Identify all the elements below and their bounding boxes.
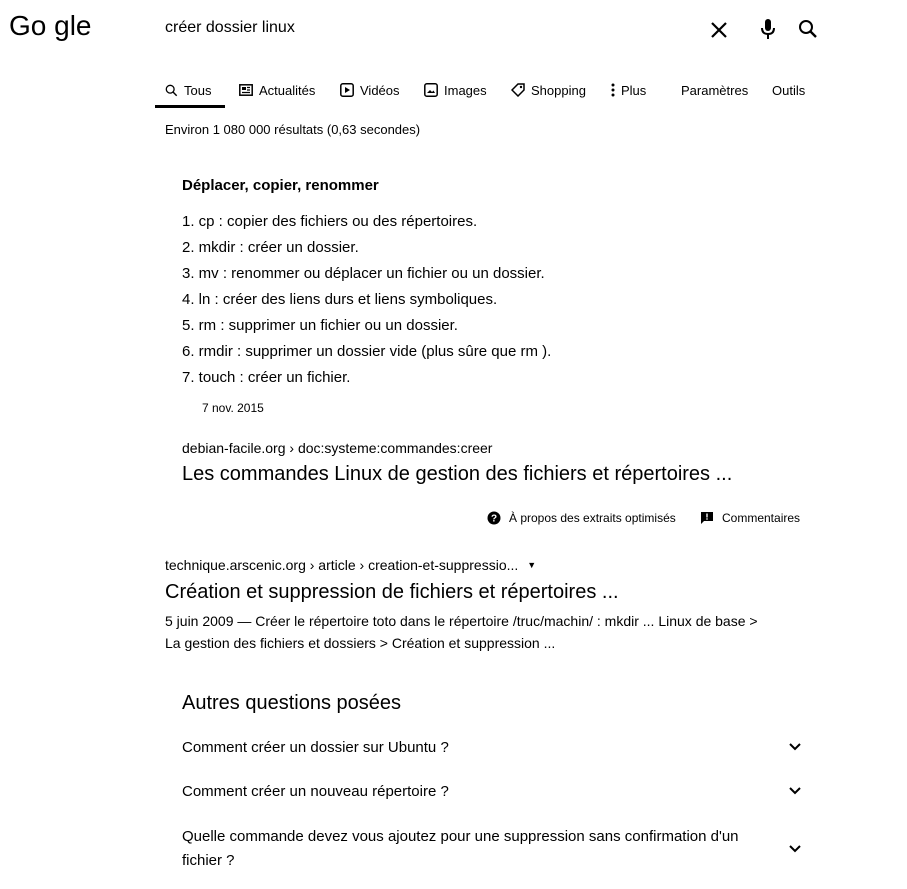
tab-images[interactable]: Images bbox=[424, 72, 487, 108]
caret-down-icon[interactable]: ▼ bbox=[527, 560, 536, 570]
list-item: 1. cp : copier des fichiers ou des réper… bbox=[182, 213, 478, 230]
paa-question[interactable]: Quelle commande devez vous ajoutez pour … bbox=[182, 825, 802, 873]
more-vert-icon bbox=[611, 83, 615, 97]
feedback-icon bbox=[701, 512, 713, 524]
list-item: 7. touch : créer un fichier. bbox=[182, 369, 351, 386]
snippet-date: 7 nov. 2015 bbox=[202, 401, 264, 415]
paa-question[interactable]: Comment créer un nouveau répertoire ? bbox=[182, 780, 802, 804]
people-also-ask-heading: Autres questions posées bbox=[182, 692, 402, 714]
tag-icon bbox=[511, 83, 525, 97]
svg-text:?: ? bbox=[491, 514, 497, 525]
search-icon[interactable] bbox=[796, 17, 820, 41]
mic-icon[interactable] bbox=[757, 16, 779, 42]
result-url[interactable]: debian-facile.org › doc:systeme:commande… bbox=[182, 440, 492, 456]
paa-question[interactable]: Comment créer un dossier sur Ubuntu ? bbox=[182, 736, 802, 760]
tab-label: Vidéos bbox=[360, 82, 400, 98]
tab-label: Paramètres bbox=[681, 82, 749, 98]
result-description: 5 juin 2009 — Créer le répertoire toto d… bbox=[165, 613, 758, 651]
tab-outils[interactable]: Outils bbox=[772, 72, 805, 108]
featured-snippet-list: 1. cp : copier des fichiers ou des réper… bbox=[182, 212, 551, 394]
tab-label: Plus bbox=[621, 82, 647, 98]
list-item: 5. rm : supprimer un fichier ou un dossi… bbox=[182, 317, 458, 334]
image-icon bbox=[424, 83, 438, 97]
search-input[interactable]: créer dossier linux bbox=[165, 19, 295, 37]
tab-label: Shopping bbox=[531, 82, 586, 98]
tab-tous[interactable]: Tous bbox=[165, 72, 211, 108]
search-icon bbox=[165, 84, 178, 96]
tab-label: Tous bbox=[184, 82, 212, 98]
list-item: 4. ln : créer des liens durs et liens sy… bbox=[182, 291, 498, 308]
close-icon[interactable] bbox=[706, 17, 732, 43]
tab-shopping[interactable]: Shopping bbox=[511, 72, 586, 108]
result-title-link[interactable]: Création et suppression de fichiers et r… bbox=[165, 581, 619, 604]
result-title-link[interactable]: Les commandes Linux de gestion des fichi… bbox=[182, 463, 732, 486]
list-item: 2. mkdir : créer un dossier. bbox=[182, 239, 359, 256]
tab-parametres[interactable]: Paramètres bbox=[681, 72, 748, 108]
paa-question-text: Comment créer un dossier sur Ubuntu ? bbox=[182, 739, 449, 756]
google-logo[interactable]: Go gle bbox=[9, 10, 92, 42]
list-item: 6. rmdir : supprimer un dossier vide (pl… bbox=[182, 343, 552, 360]
result-stats: Environ 1 080 000 résultats (0,63 second… bbox=[165, 122, 421, 137]
tab-plus[interactable]: Plus bbox=[611, 72, 646, 108]
video-icon bbox=[340, 83, 354, 97]
featured-snippet-heading: Déplacer, copier, renommer bbox=[182, 177, 379, 194]
tab-label: Images bbox=[444, 82, 487, 98]
tab-label: Actualités bbox=[259, 82, 316, 98]
help-icon: ? bbox=[487, 511, 501, 525]
tab-label: Outils bbox=[772, 82, 806, 98]
feedback-link[interactable]: Commentaires bbox=[700, 511, 800, 525]
news-icon bbox=[239, 84, 253, 96]
result-url-text: technique.arscenic.org › article › creat… bbox=[165, 557, 519, 573]
active-tab-indicator bbox=[155, 105, 225, 108]
feedback-label: Commentaires bbox=[722, 511, 801, 525]
chevron-down-icon bbox=[789, 743, 801, 751]
tab-actualites[interactable]: Actualités bbox=[239, 72, 315, 108]
about-snippets-label: À propos des extraits optimisés bbox=[509, 511, 676, 525]
result-url[interactable]: technique.arscenic.org › article › creat… bbox=[165, 557, 536, 573]
paa-question-text: Comment créer un nouveau répertoire ? bbox=[182, 783, 449, 800]
chevron-down-icon bbox=[789, 845, 801, 853]
paa-question-text: Quelle commande devez vous ajoutez pour … bbox=[182, 828, 739, 869]
about-snippets-link[interactable]: ? À propos des extraits optimisés bbox=[487, 511, 676, 525]
tab-videos[interactable]: Vidéos bbox=[340, 72, 400, 108]
chevron-down-icon bbox=[789, 787, 801, 795]
list-item: 3. mv : renommer ou déplacer un fichier … bbox=[182, 265, 545, 282]
